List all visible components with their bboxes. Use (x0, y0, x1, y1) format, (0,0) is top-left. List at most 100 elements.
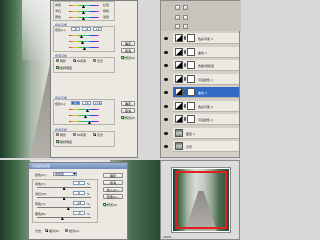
slider-value-input[interactable]: +8 (73, 201, 85, 205)
tone-label-cyan: 青色 (55, 3, 62, 7)
slider-value-input[interactable]: -3 (73, 211, 85, 215)
preview-checkbox-2[interactable] (121, 116, 124, 119)
panel-tool-button[interactable] (175, 5, 180, 10)
cancel-button[interactable]: 取消 (121, 48, 135, 53)
navigator-view-box[interactable] (175, 171, 227, 229)
layer-row[interactable]: 色相/饱和度 (164, 60, 239, 71)
layer-mask-thumbnail[interactable] (187, 101, 195, 110)
layer-mask-thumbnail[interactable] (187, 88, 195, 96)
slider-magenta-green-1[interactable] (69, 11, 99, 12)
panel-tool-button[interactable] (183, 5, 188, 10)
slider-cyan-red-2[interactable] (69, 35, 99, 36)
layer-thumbnail (175, 61, 183, 69)
layer-row[interactable]: 曲线 1 (164, 46, 239, 58)
tone-label-yellow: 黄色 (55, 15, 62, 19)
link-icon[interactable] (184, 117, 186, 121)
layers-list: 色彩平衡 1 曲线 1 色相/饱和度 可选颜色 1 曲线 2 色彩平衡 2 可选颜色 2 图层… (164, 33, 239, 157)
link-icon[interactable] (184, 103, 186, 108)
layer-name: 曲线 1 (198, 50, 207, 55)
ok-button[interactable]: 确定 (121, 41, 135, 46)
link-icon[interactable] (184, 90, 186, 94)
percent-label: % (87, 192, 90, 196)
slider-value-input[interactable]: 0 (73, 181, 85, 185)
slider-cyan-red-4[interactable] (69, 109, 99, 110)
level-input-4a[interactable]: 10 (71, 101, 80, 105)
eye-icon[interactable] (164, 77, 168, 81)
layer-row[interactable]: 曲线 2 (164, 87, 239, 98)
radio-absolute[interactable] (65, 229, 68, 232)
preserve-luminosity-label: 保持明度 (60, 66, 73, 70)
levels-label-4: 色阶(L): (55, 102, 67, 106)
level-input-2c[interactable]: +2 (93, 27, 102, 31)
layer-row[interactable]: 图层 1 (164, 127, 239, 139)
level-input-2b[interactable]: -4 (82, 27, 91, 31)
slider-label: 黄色(Y): (35, 202, 47, 206)
eye-icon[interactable] (164, 37, 168, 40)
layer-row[interactable]: 色彩平衡 1 (164, 33, 239, 44)
layer-row[interactable]: 色彩平衡 2 (164, 100, 239, 112)
radio-shadows[interactable] (56, 59, 59, 62)
radio-relative-label: 相对(R) (49, 229, 60, 233)
eye-icon[interactable] (164, 104, 168, 108)
eye-icon[interactable] (164, 131, 168, 135)
panel-tool-button[interactable] (183, 15, 188, 20)
cancel-button-sc[interactable]: 取消 (103, 180, 123, 185)
tone-label-green: 绿色 (103, 9, 110, 13)
preview-checkbox-sc[interactable] (103, 203, 106, 206)
color-select-dropdown[interactable]: 中性色 (53, 172, 77, 176)
eye-icon[interactable] (164, 91, 168, 94)
layers-panel: 色彩平衡 1 曲线 1 色相/饱和度 可选颜色 1 曲线 2 色彩平衡 2 可选颜色 2 图层… (160, 0, 241, 158)
slider-magenta-green-2[interactable] (69, 41, 99, 42)
level-input-4b[interactable]: +6 (82, 101, 91, 105)
slider-magenta-green-4[interactable] (69, 115, 99, 116)
radio-midtones-label: 中间调 (77, 59, 87, 63)
eye-icon[interactable] (164, 50, 168, 54)
layer-mask-thumbnail[interactable] (187, 74, 195, 83)
slider-label: 洋红(M): (35, 192, 47, 196)
level-input-4c[interactable]: +16 (93, 101, 102, 105)
preserve-luminosity-checkbox-2[interactable] (56, 140, 59, 143)
preserve-luminosity-checkbox[interactable] (56, 66, 59, 69)
radio-highlights-2[interactable] (93, 133, 96, 136)
layer-mask-thumbnail[interactable] (187, 34, 195, 42)
radio-highlights[interactable] (93, 59, 96, 62)
panel-tool-button[interactable] (175, 24, 180, 29)
radio-relative[interactable] (45, 229, 48, 232)
cancel-button-2[interactable]: 取消 (121, 108, 135, 113)
eye-icon[interactable] (164, 118, 168, 121)
slider-cyan-red-1[interactable] (69, 5, 99, 6)
link-icon[interactable] (184, 49, 186, 54)
slider-yellow-blue-1[interactable] (69, 17, 99, 18)
preview-label: 预览(P) (125, 56, 136, 60)
save-button[interactable]: 存储(S)... (103, 194, 123, 199)
eye-icon[interactable] (164, 64, 168, 67)
layer-row[interactable]: 可选颜色 2 (164, 114, 239, 125)
ok-button-2[interactable]: 确定 (121, 101, 135, 106)
radio-midtones[interactable] (73, 59, 76, 62)
slider-track[interactable] (37, 217, 91, 218)
navigator-zoom[interactable]: 100% (163, 235, 172, 239)
slider-value-input[interactable]: 0 (73, 191, 85, 195)
layer-thumbnail (175, 142, 183, 150)
link-icon[interactable] (184, 36, 186, 40)
panel-tool-button[interactable] (183, 24, 188, 29)
radio-shadows-2[interactable] (56, 133, 59, 136)
slider-track[interactable] (37, 207, 91, 208)
load-button[interactable]: 载入(L)... (103, 187, 123, 192)
layer-mask-thumbnail[interactable] (187, 115, 195, 123)
layer-row[interactable]: 背景 (164, 141, 239, 152)
preview-checkbox[interactable] (121, 56, 124, 59)
level-input-2a[interactable]: -6 (71, 27, 80, 31)
layer-row[interactable]: 可选颜色 1 (164, 73, 239, 85)
ok-button-sc[interactable]: 确定 (103, 173, 123, 178)
link-icon[interactable] (184, 76, 186, 81)
slider-yellow-blue-2[interactable] (69, 47, 99, 48)
panel-tool-button[interactable] (175, 15, 180, 20)
layer-mask-thumbnail[interactable] (187, 47, 195, 56)
dialog-title: 可选颜色选项 (32, 164, 51, 168)
layer-mask-thumbnail[interactable] (187, 61, 195, 69)
link-icon[interactable] (184, 63, 186, 67)
slider-yellow-blue-4[interactable] (69, 121, 99, 122)
eye-icon[interactable] (164, 145, 168, 148)
radio-midtones-2[interactable] (73, 133, 76, 136)
